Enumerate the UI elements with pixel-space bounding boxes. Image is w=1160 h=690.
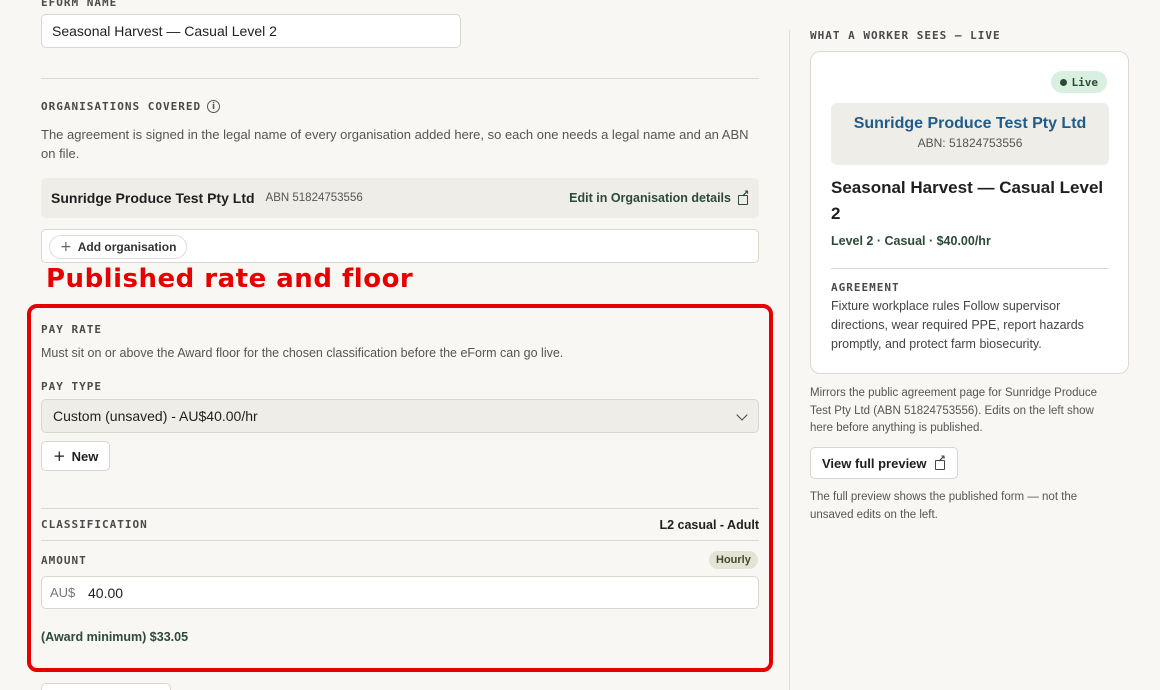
organisation-abn: ABN 51824753556 — [265, 192, 363, 204]
chevron-down-icon — [737, 411, 747, 421]
preview-title: Seasonal Harvest — Casual Level 2 — [831, 178, 1104, 223]
info-icon[interactable]: i — [207, 100, 221, 113]
preview-meta: Level 2 · Casual · $40.00/hr — [831, 234, 991, 248]
live-status-badge: Live — [1050, 71, 1107, 93]
add-organisation-button[interactable]: + Add organisation — [49, 235, 188, 259]
pay-rate-label: PAY RATE — [41, 323, 102, 336]
new-pay-type-button[interactable]: + New — [41, 441, 111, 471]
section-divider — [41, 78, 759, 79]
view-full-preview-label: View full preview — [822, 455, 927, 471]
annotation-title: Published rate and floor — [46, 264, 414, 294]
classification-label: CLASSIFICATION — [41, 518, 148, 531]
preview-org-banner: Sunridge Produce Test Pty Ltd ABN: 51824… — [831, 103, 1109, 165]
classification-row: CLASSIFICATION L2 casual - Adult — [41, 508, 759, 541]
organisations-heading: ORGANISATIONS COVERED i — [41, 100, 221, 113]
partial-button[interactable] — [41, 683, 171, 690]
add-organisation-field: + Add organisation — [41, 229, 759, 263]
edit-organisation-link[interactable]: Edit in Organisation details — [569, 189, 749, 206]
hourly-badge: Hourly — [709, 551, 758, 569]
view-full-preview-button[interactable]: View full preview — [810, 447, 958, 479]
amount-field: AU$ — [41, 576, 759, 609]
pay-type-label: PAY TYPE — [41, 380, 102, 393]
preview-org-abn: ABN: 51824753556 — [917, 136, 1023, 150]
column-divider — [789, 30, 790, 690]
amount-input[interactable] — [88, 584, 688, 601]
full-preview-note: The full preview shows the published for… — [810, 491, 1078, 521]
agreement-text: Fixture workplace rules Follow superviso… — [831, 299, 1084, 351]
pay-rate-description: Must sit on or above the Award floor for… — [41, 346, 564, 360]
pay-type-value: Custom (unsaved) - AU$40.00/hr — [53, 408, 258, 424]
preview-heading: WHAT A WORKER SEES — LIVE — [810, 29, 1001, 42]
preview-org-name: Sunridge Produce Test Pty Ltd — [853, 115, 1087, 132]
live-status-label: Live — [1071, 75, 1099, 89]
organisation-name: Sunridge Produce Test Pty Ltd — [51, 190, 255, 206]
new-pay-type-label: New — [71, 448, 99, 464]
organisations-description: The agreement is signed in the legal nam… — [41, 127, 749, 161]
worker-preview-card: Live Sunridge Produce Test Pty Ltd ABN: … — [810, 51, 1129, 374]
add-organisation-label: Add organisation — [77, 240, 177, 254]
amount-label: AMOUNT — [41, 554, 87, 567]
organisation-row: Sunridge Produce Test Pty Ltd ABN 518247… — [41, 178, 759, 218]
eform-name-input[interactable] — [41, 14, 461, 48]
pay-type-select[interactable]: Custom (unsaved) - AU$40.00/hr — [41, 399, 759, 433]
plus-icon: + — [53, 447, 66, 465]
amount-currency-prefix: AU$ — [50, 585, 76, 600]
classification-value: L2 casual - Adult — [659, 517, 759, 532]
award-minimum: (Award minimum) $33.05 — [41, 630, 189, 644]
eform-name-label: EFORM NAME — [41, 0, 118, 9]
edit-organisation-label: Edit in Organisation details — [569, 191, 731, 205]
preview-divider — [831, 268, 1109, 269]
organisations-label: ORGANISATIONS COVERED — [41, 100, 202, 113]
plus-icon: + — [60, 239, 72, 255]
agreement-label: AGREEMENT — [831, 281, 900, 294]
status-dot-icon — [1059, 78, 1067, 86]
external-link-icon — [934, 454, 946, 470]
mirror-note: Mirrors the public agreement page for Su… — [810, 387, 1098, 434]
external-link-icon — [738, 189, 749, 205]
